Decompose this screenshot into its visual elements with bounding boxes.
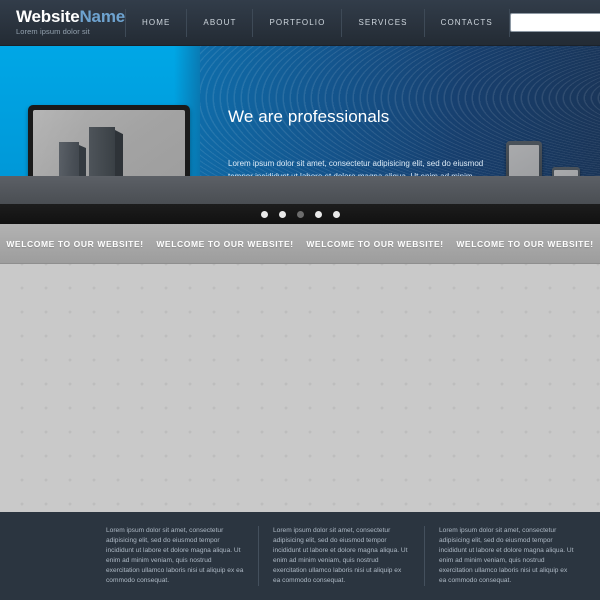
slider-dot-4[interactable] <box>314 210 322 218</box>
main-navigation: HOME ABOUT PORTFOLIO SERVICES CONTACTS <box>125 0 510 46</box>
nav-item-about[interactable]: ABOUT <box>187 8 254 37</box>
slider-dot-1[interactable] <box>260 210 268 218</box>
hero-slider: We are professionals Lorem ipsum dolor s… <box>0 46 600 176</box>
tablet-icon <box>506 141 542 176</box>
monitor-bezel <box>28 105 190 176</box>
brand-title: WebsiteName <box>16 8 125 26</box>
footer-column-1: Lorem ipsum dolor sit amet, consectetur … <box>106 527 244 584</box>
welcome-message-3: WELCOME TO OUR WEBSITE! <box>306 238 444 249</box>
slider-dot-3-active[interactable] <box>296 210 304 218</box>
site-header: WebsiteName Lorem ipsum dolor sit HOME A… <box>0 0 600 46</box>
brand-logo[interactable]: WebsiteName Lorem ipsum dolor sit <box>0 8 125 37</box>
welcome-message-1: WELCOME TO OUR WEBSITE! <box>6 238 144 249</box>
box-shape-large <box>89 127 115 176</box>
website-template-page: WebsiteName Lorem ipsum dolor sit HOME A… <box>0 0 600 600</box>
nav-item-services[interactable]: SERVICES <box>342 8 425 37</box>
footer-column-3: Lorem ipsum dolor sit amet, consectetur … <box>424 526 590 586</box>
welcome-message-2: WELCOME TO OUR WEBSITE! <box>156 238 294 249</box>
hero-title: We are professionals <box>228 107 390 126</box>
welcome-message-4: WELCOME TO OUR WEBSITE! <box>456 238 594 249</box>
brand-tagline: Lorem ipsum dolor sit <box>16 27 90 36</box>
welcome-bar: WELCOME TO OUR WEBSITE! WELCOME TO OUR W… <box>0 224 600 264</box>
monitor-display <box>33 110 185 176</box>
desk-surface <box>0 176 600 204</box>
brand-name-part1: Website <box>16 7 80 26</box>
search-input[interactable] <box>509 13 600 32</box>
nav-item-portfolio[interactable]: PORTFOLIO <box>253 8 343 37</box>
production-section: Our Production Lorem ipsum dolor sit ame… <box>0 264 600 600</box>
slider-dot-2[interactable] <box>278 210 286 218</box>
brand-name-part2: Name <box>79 7 125 26</box>
tablet-screen <box>509 145 539 176</box>
nav-item-contacts[interactable]: CONTACTS <box>425 8 510 37</box>
search-area: Search <box>509 13 600 32</box>
slider-pagination <box>0 204 600 224</box>
box-shape-small-side <box>79 145 86 176</box>
box-shape-large-side <box>115 130 123 176</box>
slider-dot-5[interactable] <box>332 210 340 218</box>
site-footer: Lorem ipsum dolor sit amet, consectetur … <box>0 512 600 600</box>
phone-icon <box>552 167 580 176</box>
desktop-monitor-icon <box>28 105 190 176</box>
hero-description: Lorem ipsum dolor sit amet, consectetur … <box>228 159 484 176</box>
box-shape-small <box>59 142 79 176</box>
nav-item-home[interactable]: HOME <box>125 8 188 37</box>
footer-column-2: Lorem ipsum dolor sit amet, consectetur … <box>258 526 424 586</box>
